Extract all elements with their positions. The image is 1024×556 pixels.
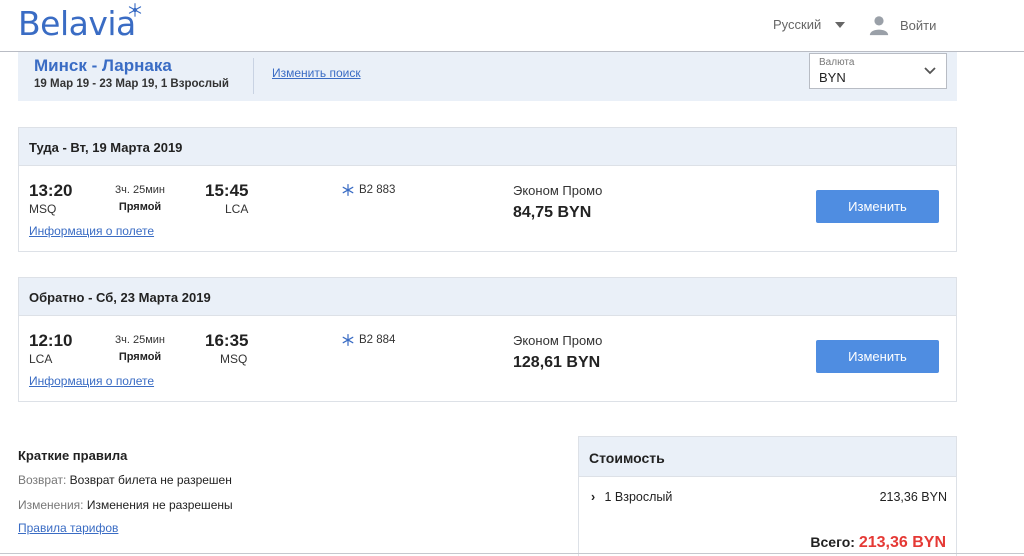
- outbound-flight-body: 13:20 MSQ 3ч. 25мин Прямой 15:45 LCA Инф…: [19, 166, 956, 251]
- cost-title: Стоимость: [579, 437, 956, 477]
- fare-name: Эконом Промо: [513, 183, 603, 198]
- fare-rules-link[interactable]: Правила тарифов: [18, 521, 118, 535]
- total-price: Всего: 213,36 BYN: [810, 534, 946, 552]
- bottom-divider: [0, 553, 1024, 554]
- change-search-link[interactable]: Изменить поиск: [272, 66, 361, 80]
- header: Belavia Русский Войти: [0, 0, 1024, 52]
- flight-info-link[interactable]: Информация о полете: [29, 374, 154, 388]
- currency-value: BYN: [819, 70, 846, 85]
- cost-row-adult[interactable]: › 1 Взрослый 213,36 BYN: [591, 490, 947, 504]
- flight-stops: Прямой: [118, 201, 162, 213]
- arrival-time: 15:45: [205, 181, 249, 200]
- arrival-code: MSQ: [220, 352, 248, 366]
- departure-time: 13:20: [29, 181, 73, 200]
- chevron-right-icon: ›: [591, 490, 596, 504]
- passenger-amount: 213,36 BYN: [879, 490, 947, 504]
- refund-key: Возврат:: [18, 473, 67, 487]
- change-outbound-button[interactable]: Изменить: [816, 190, 939, 223]
- login-label: Войти: [900, 17, 937, 33]
- change-inbound-button[interactable]: Изменить: [816, 340, 939, 373]
- total-value: 213,36 BYN: [858, 534, 946, 551]
- fare-name: Эконом Промо: [513, 333, 603, 348]
- caret-down-icon: [835, 21, 846, 28]
- inbound-flight-body: 12:10 LCA 3ч. 25мин Прямой 16:35 MSQ Инф…: [19, 316, 956, 401]
- flight-info-link[interactable]: Информация о полете: [29, 224, 154, 238]
- language-selector[interactable]: Русский: [773, 17, 846, 32]
- chevron-down-icon: [924, 67, 936, 75]
- total-label: Всего:: [810, 534, 859, 550]
- flight-number: B2 883: [359, 184, 396, 196]
- fare-price: 84,75 BYN: [513, 204, 592, 221]
- user-icon: [869, 16, 889, 36]
- flight-duration: 3ч. 25мин: [115, 334, 165, 346]
- refund-value: Возврат билета не разрешен: [66, 473, 232, 487]
- flight-stops: Прямой: [118, 351, 162, 363]
- arrival-time: 16:35: [205, 331, 249, 350]
- search-dates: 19 Мар 19 - 23 Мар 19, 1 Взрослый: [34, 78, 229, 90]
- departure-time: 12:10: [29, 331, 73, 350]
- cost-panel: Стоимость › 1 Взрослый 213,36 BYN Всего:…: [578, 436, 957, 556]
- flight-number: B2 884: [359, 334, 396, 346]
- currency-label: Валюта: [819, 57, 855, 68]
- fare-price: 128,61 BYN: [513, 354, 601, 371]
- changes-key: Изменения:: [18, 498, 84, 512]
- currency-select[interactable]: Валюта BYN: [809, 53, 947, 89]
- outbound-flight-card: Туда - Вт, 19 Марта 2019 13:20 MSQ 3ч. 2…: [18, 127, 957, 252]
- passenger-label: 1 Взрослый: [604, 490, 673, 504]
- belavia-logo[interactable]: Belavia: [18, 3, 142, 43]
- changes-value: Изменения не разрешены: [83, 498, 233, 512]
- divider: [253, 58, 254, 94]
- inbound-flight-card: Обратно - Сб, 23 Марта 2019 12:10 LCA 3ч…: [18, 277, 957, 402]
- rules-title: Краткие правила: [18, 448, 128, 463]
- snowflake-airline-icon: [342, 334, 354, 346]
- outbound-title: Туда - Вт, 19 Марта 2019: [19, 128, 956, 166]
- departure-code: MSQ: [29, 202, 57, 216]
- route-title: Минск - Ларнака: [34, 56, 172, 75]
- login-button[interactable]: Войти: [868, 14, 936, 36]
- flight-duration: 3ч. 25мин: [115, 184, 165, 196]
- arrival-code: LCA: [225, 202, 249, 216]
- refund-rule: Возврат: Возврат билета не разрешен: [18, 473, 232, 487]
- departure-code: LCA: [29, 352, 53, 366]
- inbound-title: Обратно - Сб, 23 Марта 2019: [19, 278, 956, 316]
- snowflake-logo-icon: [128, 3, 142, 17]
- changes-rule: Изменения: Изменения не разрешены: [18, 498, 233, 512]
- search-summary: Минск - Ларнака 19 Мар 19 - 23 Мар 19, 1…: [18, 52, 957, 101]
- language-label: Русский: [773, 17, 822, 32]
- snowflake-airline-icon: [342, 184, 354, 196]
- logo-text: Belavia: [18, 4, 136, 43]
